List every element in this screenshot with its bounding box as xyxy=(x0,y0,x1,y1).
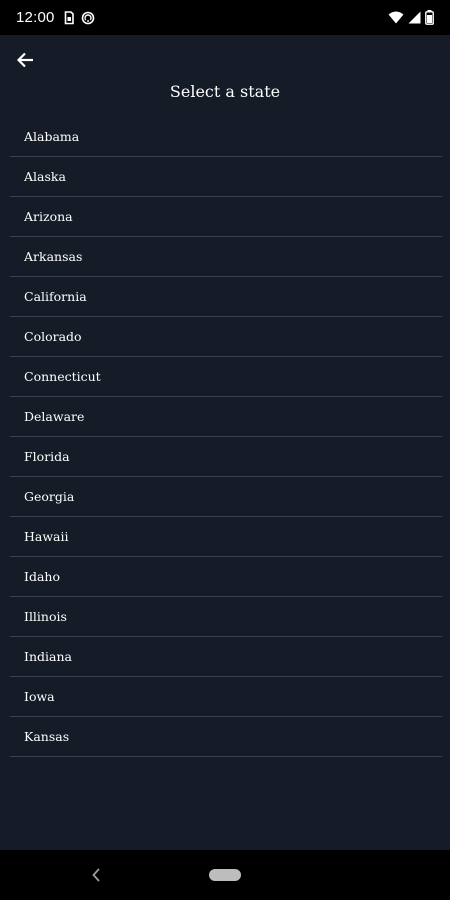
state-list-item[interactable]: Delaware xyxy=(10,397,442,437)
state-label: Illinois xyxy=(24,609,67,624)
state-list-item[interactable]: Alaska xyxy=(10,157,442,197)
state-label: Arizona xyxy=(24,209,73,224)
state-label: Kansas xyxy=(24,729,70,744)
state-label: Indiana xyxy=(24,649,72,664)
state-label: Alabama xyxy=(24,129,80,144)
state-list-item[interactable]: Kansas xyxy=(10,717,442,757)
state-list-item[interactable]: Arizona xyxy=(10,197,442,237)
state-list-item[interactable]: Alabama xyxy=(10,117,442,157)
page-title: Select a state xyxy=(169,82,281,101)
state-label: Hawaii xyxy=(24,529,69,544)
back-button[interactable] xyxy=(10,47,40,73)
status-bar: 12:00 xyxy=(0,0,450,35)
state-label: California xyxy=(24,289,87,304)
app-bar xyxy=(0,35,450,85)
state-list-item[interactable]: Hawaii xyxy=(10,517,442,557)
nav-back-button[interactable] xyxy=(86,864,106,886)
navigation-bar xyxy=(0,850,450,900)
signal-icon xyxy=(408,11,421,24)
state-list-item[interactable]: California xyxy=(10,277,442,317)
status-right-icons xyxy=(384,10,434,25)
arrow-left-icon xyxy=(16,52,33,68)
sim-card-icon xyxy=(64,10,74,24)
status-time: 12:00 xyxy=(16,9,55,26)
state-list-item[interactable]: Florida xyxy=(10,437,442,477)
state-list-item[interactable]: Connecticut xyxy=(10,357,442,397)
wifi-icon xyxy=(388,11,404,24)
state-label: Arkansas xyxy=(24,249,83,264)
state-label: Connecticut xyxy=(24,369,101,384)
state-list-item[interactable]: Idaho xyxy=(10,557,442,597)
sync-icon xyxy=(81,11,94,24)
state-list: Alabama Alaska Arizona Arkansas California Co… xyxy=(10,117,442,757)
state-list-item[interactable]: Georgia xyxy=(10,477,442,517)
state-list-item[interactable]: Iowa xyxy=(10,677,442,717)
battery-icon xyxy=(425,10,434,25)
state-list-item[interactable]: Illinois xyxy=(10,597,442,637)
state-label: Georgia xyxy=(24,489,75,504)
state-list-item[interactable]: Indiana xyxy=(10,637,442,677)
state-label: Idaho xyxy=(24,569,60,584)
status-left-icons xyxy=(64,10,102,25)
state-label: Florida xyxy=(24,449,70,464)
state-label: Alaska xyxy=(24,169,66,184)
state-label: Delaware xyxy=(24,409,85,424)
home-pill-icon[interactable] xyxy=(209,869,241,881)
state-list-item[interactable]: Arkansas xyxy=(10,237,442,277)
state-label: Colorado xyxy=(24,329,82,344)
state-list-item[interactable]: Colorado xyxy=(10,317,442,357)
state-label: Iowa xyxy=(24,689,55,704)
nav-back-icon xyxy=(92,868,100,882)
